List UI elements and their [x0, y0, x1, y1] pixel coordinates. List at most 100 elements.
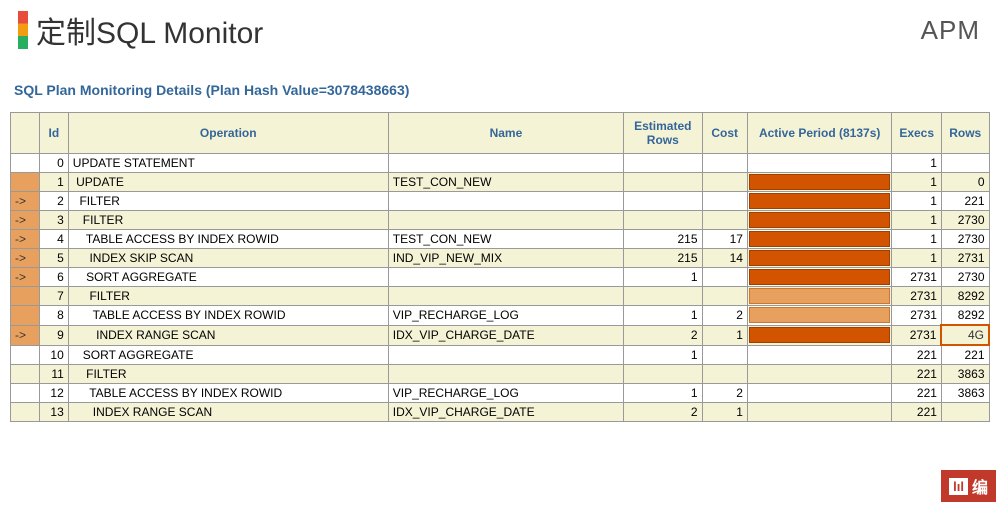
accent-bar-icon	[18, 11, 28, 49]
cell-estimated: 215	[624, 249, 702, 268]
cell-rows: 221	[941, 345, 989, 365]
cell-id: 12	[39, 384, 68, 403]
cell-active-period	[747, 173, 892, 192]
table-row[interactable]: 13 INDEX RANGE SCANIDX_VIP_CHARGE_DATE21…	[11, 403, 990, 422]
table-row[interactable]: ->4 TABLE ACCESS BY INDEX ROWIDTEST_CON_…	[11, 230, 990, 249]
cell-name: IDX_VIP_CHARGE_DATE	[388, 325, 623, 345]
cell-execs: 1	[892, 154, 942, 173]
cell-operation: UPDATE STATEMENT	[68, 154, 388, 173]
page-title: 定制SQL Monitor	[36, 8, 263, 52]
activity-bar-icon	[749, 307, 891, 323]
cell-active-period	[747, 345, 892, 365]
col-header-arrow[interactable]	[11, 113, 40, 154]
activity-bar-icon	[749, 288, 891, 304]
cell-operation: TABLE ACCESS BY INDEX ROWID	[68, 306, 388, 326]
cell-arrow: ->	[11, 192, 40, 211]
cell-cost: 14	[702, 249, 747, 268]
table-row[interactable]: ->3 FILTER12730	[11, 211, 990, 230]
cell-rows: 8292	[941, 306, 989, 326]
activity-bar-icon	[749, 193, 891, 209]
cell-operation: UPDATE	[68, 173, 388, 192]
table-row[interactable]: ->6 SORT AGGREGATE127312730	[11, 268, 990, 287]
cell-id: 9	[39, 325, 68, 345]
col-header-cost[interactable]: Cost	[702, 113, 747, 154]
cell-operation: TABLE ACCESS BY INDEX ROWID	[68, 230, 388, 249]
table-row[interactable]: 1 UPDATETEST_CON_NEW10	[11, 173, 990, 192]
cell-estimated: 1	[624, 345, 702, 365]
apm-logo: APM	[921, 15, 980, 46]
cell-id: 10	[39, 345, 68, 365]
cell-name	[388, 268, 623, 287]
cell-cost	[702, 365, 747, 384]
cell-active-period	[747, 306, 892, 326]
table-row[interactable]: ->2 FILTER1221	[11, 192, 990, 211]
cell-arrow	[11, 365, 40, 384]
col-header-active[interactable]: Active Period (8137s)	[747, 113, 892, 154]
cell-execs: 221	[892, 365, 942, 384]
cell-active-period	[747, 384, 892, 403]
cell-estimated	[624, 287, 702, 306]
cell-id: 0	[39, 154, 68, 173]
cell-execs: 1	[892, 249, 942, 268]
table-header-row: Id Operation Name Estimated Rows Cost Ac…	[11, 113, 990, 154]
cell-active-period	[747, 230, 892, 249]
cell-id: 2	[39, 192, 68, 211]
cell-name: VIP_RECHARGE_LOG	[388, 306, 623, 326]
cell-rows: 8292	[941, 287, 989, 306]
cell-operation: FILTER	[68, 287, 388, 306]
cell-estimated: 2	[624, 325, 702, 345]
cell-cost	[702, 345, 747, 365]
cell-operation: TABLE ACCESS BY INDEX ROWID	[68, 384, 388, 403]
col-header-name[interactable]: Name	[388, 113, 623, 154]
cell-arrow: ->	[11, 211, 40, 230]
cell-id: 3	[39, 211, 68, 230]
cell-active-period	[747, 154, 892, 173]
cell-execs: 1	[892, 173, 942, 192]
cell-name: TEST_CON_NEW	[388, 173, 623, 192]
cell-active-period	[747, 403, 892, 422]
table-row[interactable]: 12 TABLE ACCESS BY INDEX ROWIDVIP_RECHAR…	[11, 384, 990, 403]
activity-bar-icon	[749, 174, 891, 190]
table-row[interactable]: 10 SORT AGGREGATE1221221	[11, 345, 990, 365]
cell-name: IND_VIP_NEW_MIX	[388, 249, 623, 268]
table-row[interactable]: 8 TABLE ACCESS BY INDEX ROWIDVIP_RECHARG…	[11, 306, 990, 326]
cell-execs: 1	[892, 211, 942, 230]
table-row[interactable]: 11 FILTER2213863	[11, 365, 990, 384]
cell-arrow: ->	[11, 230, 40, 249]
cell-arrow	[11, 345, 40, 365]
cell-arrow	[11, 403, 40, 422]
col-header-id[interactable]: Id	[39, 113, 68, 154]
watermark-text: 编	[972, 474, 988, 498]
cell-execs: 2731	[892, 306, 942, 326]
col-header-rows[interactable]: Rows	[941, 113, 989, 154]
cell-estimated	[624, 173, 702, 192]
cell-rows	[941, 403, 989, 422]
cell-execs: 2731	[892, 325, 942, 345]
col-header-operation[interactable]: Operation	[68, 113, 388, 154]
cell-arrow: ->	[11, 249, 40, 268]
cell-estimated: 2	[624, 403, 702, 422]
title-area: 定制SQL Monitor	[18, 8, 263, 52]
section-title: SQL Plan Monitoring Details (Plan Hash V…	[10, 72, 990, 112]
col-header-execs[interactable]: Execs	[892, 113, 942, 154]
cell-name: TEST_CON_NEW	[388, 230, 623, 249]
table-row[interactable]: 0UPDATE STATEMENT 1	[11, 154, 990, 173]
cell-rows: 2731	[941, 249, 989, 268]
cell-execs: 221	[892, 384, 942, 403]
cell-arrow: ->	[11, 268, 40, 287]
table-row[interactable]: ->9 INDEX RANGE SCANIDX_VIP_CHARGE_DATE2…	[11, 325, 990, 345]
cell-rows: 2730	[941, 211, 989, 230]
watermark-badge: lıl 编	[941, 470, 996, 502]
col-header-estimated[interactable]: Estimated Rows	[624, 113, 702, 154]
cell-cost: 2	[702, 384, 747, 403]
cell-active-period	[747, 211, 892, 230]
table-row[interactable]: 7 FILTER 27318292	[11, 287, 990, 306]
cell-execs: 1	[892, 192, 942, 211]
cell-active-period	[747, 249, 892, 268]
cell-estimated: 1	[624, 306, 702, 326]
cell-cost	[702, 211, 747, 230]
cell-execs: 2731	[892, 287, 942, 306]
cell-id: 7	[39, 287, 68, 306]
cell-cost	[702, 192, 747, 211]
table-row[interactable]: ->5 INDEX SKIP SCANIND_VIP_NEW_MIX215141…	[11, 249, 990, 268]
